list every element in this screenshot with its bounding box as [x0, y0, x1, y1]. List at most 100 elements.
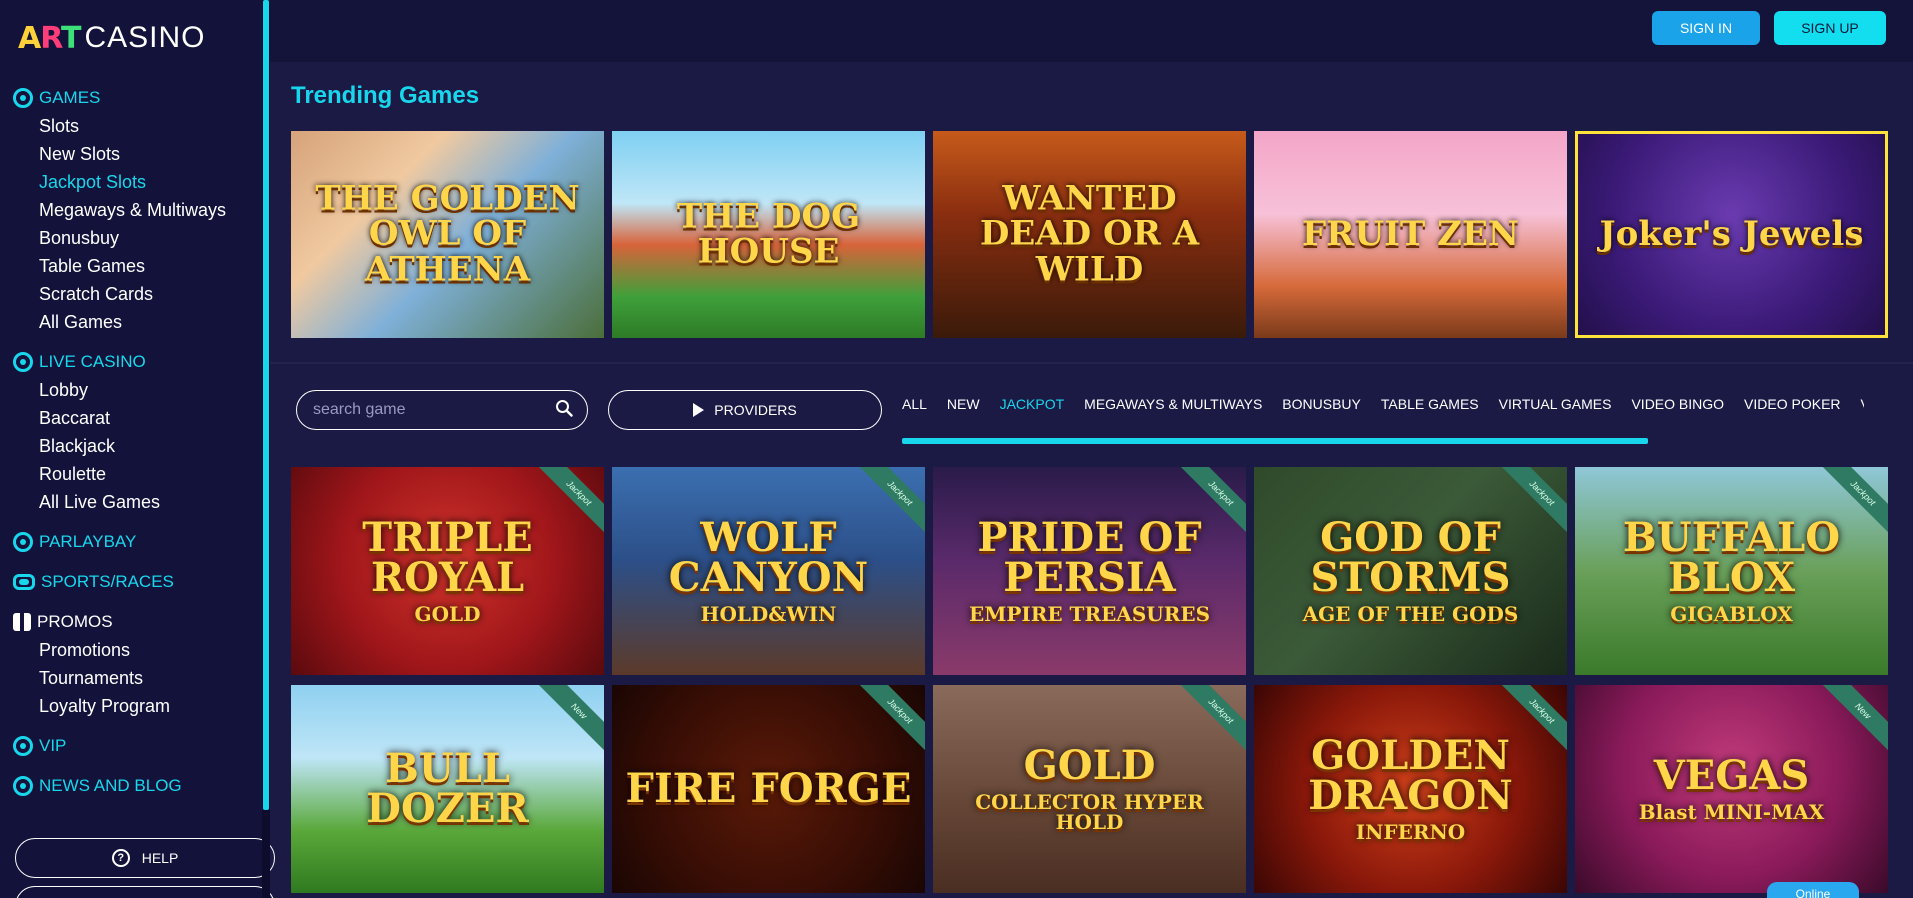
sidebar-item-megaways[interactable]: Megaways & Multiways [13, 196, 253, 224]
sidebar-section-news[interactable]: NEWS AND BLOG [13, 772, 253, 800]
category-filter-tabs: ALL NEW JACKPOT MEGAWAYS & MULTIWAYS BONUSBU… [902, 390, 1864, 420]
game-name: PRIDE OF PERSIA [977, 514, 1202, 601]
sidebar-section-label: GAMES [39, 88, 101, 107]
game-tile[interactable]: TRIPLE ROYAL GOLD Jackpot [291, 467, 604, 675]
sidebar-item-tournaments[interactable]: Tournaments [13, 664, 253, 692]
sidebar-item-baccarat[interactable]: Baccarat [13, 404, 253, 432]
game-tile[interactable]: PRIDE OF PERSIA EMPIRE TREASURES Jackpot [933, 467, 1246, 675]
gift-icon [13, 613, 31, 631]
game-tile[interactable]: WOLF CANYON HOLD&WIN Jackpot [612, 467, 925, 675]
filter-tab[interactable]: ALL [902, 390, 927, 420]
sidebar-item-jackpot-slots[interactable]: Jackpot Slots [13, 168, 253, 196]
search-icon[interactable] [555, 399, 573, 417]
sidebar-scrollbar-thumb[interactable] [263, 0, 269, 810]
sidebar-item-slots[interactable]: Slots [13, 112, 253, 140]
sidebar-section-parlaybay[interactable]: PARLAYBAY [13, 528, 253, 556]
help-label: HELP [141, 850, 179, 866]
filter-tab[interactable]: VIRTUAL GAMES [1499, 390, 1612, 420]
sidebar-item-roulette[interactable]: Roulette [13, 460, 253, 488]
game-name: GOD OF STORMS [1310, 514, 1511, 601]
game-subtitle: INFERNO [1355, 820, 1466, 844]
sidebar-section-label: PARLAYBAY [39, 532, 137, 551]
providers-button[interactable]: PROVIDERS [608, 390, 882, 430]
language-button[interactable] [15, 886, 275, 898]
sign-in-button[interactable]: SIGN IN [1652, 11, 1760, 45]
game-title: BULL DOZER [291, 749, 604, 829]
filter-tab[interactable]: TABLE GAMES [1381, 390, 1479, 420]
trending-game-tile[interactable]: WANTED DEAD OR A WILD [933, 131, 1246, 338]
game-tile[interactable]: GOLD COLLECTOR HYPER HOLD Jackpot [933, 685, 1246, 893]
sidebar-section-live-casino[interactable]: LIVE CASINO [13, 348, 253, 376]
filter-tab[interactable]: VID [1861, 390, 1864, 420]
sidebar-section-label: SPORTS/RACES [41, 572, 174, 591]
sidebar-item-blackjack[interactable]: Blackjack [13, 432, 253, 460]
trending-game-tile[interactable]: FRUIT ZEN [1254, 131, 1567, 338]
filter-tab[interactable]: VIDEO POKER [1744, 390, 1840, 420]
game-subtitle: COLLECTOR HYPER HOLD [975, 790, 1204, 834]
sidebar-item-all-live-games[interactable]: All Live Games [13, 488, 253, 516]
filter-tab[interactable]: JACKPOT [1000, 390, 1065, 420]
game-title: FRUIT ZEN [1302, 213, 1519, 254]
filter-tab[interactable]: VIDEO BINGO [1631, 390, 1724, 420]
game-name: FIRE FORGE [625, 765, 912, 812]
game-name: VEGAS [1653, 752, 1810, 799]
vip-icon [13, 736, 33, 756]
trending-title: Trending Games [291, 82, 480, 109]
sidebar-item-promotions[interactable]: Promotions [13, 636, 253, 664]
sidebar-section-label: VIP [39, 736, 67, 755]
game-name: GOLD [1023, 742, 1156, 789]
game-title: BUFFALO BLOX GIGABLOX [1575, 518, 1888, 626]
game-subtitle: Blast MINI-MAX [1638, 800, 1825, 824]
sports-icon [13, 574, 35, 590]
help-button[interactable]: ? HELP [15, 838, 275, 878]
providers-label: PROVIDERS [714, 402, 797, 418]
sidebar-item-loyalty[interactable]: Loyalty Program [13, 692, 253, 720]
game-title: WANTED DEAD OR A WILD [979, 177, 1200, 290]
sidebar-item-bonusbuy[interactable]: Bonusbuy [13, 224, 253, 252]
online-chat-badge[interactable]: Online [1767, 882, 1859, 898]
game-name: WOLF CANYON [668, 514, 869, 601]
sidebar-item-scratch-cards[interactable]: Scratch Cards [13, 280, 253, 308]
game-name: GOLDEN DRAGON [1308, 732, 1513, 819]
game-subtitle: AGE OF THE GODS [1302, 602, 1519, 626]
filter-tab[interactable]: BONUSBUY [1282, 390, 1361, 420]
search-input[interactable] [296, 390, 588, 430]
sidebar-section-sports[interactable]: SPORTS/RACES [13, 568, 253, 596]
filter-tab[interactable]: NEW [947, 390, 980, 420]
trending-game-tile[interactable]: THE GOLDEN OWL OF ATHENA [291, 131, 604, 338]
sidebar-item-table-games[interactable]: Table Games [13, 252, 253, 280]
trending-game-tile[interactable]: THE DOG HOUSE [612, 131, 925, 338]
game-tile[interactable]: GOLDEN DRAGON INFERNO Jackpot [1254, 685, 1567, 893]
live-casino-icon [13, 352, 33, 372]
trending-game-tile[interactable]: Joker's Jewels [1575, 131, 1888, 338]
game-ribbon: Jackpot [854, 685, 925, 757]
filter-tab[interactable]: MEGAWAYS & MULTIWAYS [1084, 390, 1262, 420]
sidebar-section-games[interactable]: GAMES [13, 84, 253, 112]
sidebar-item-all-games[interactable]: All Games [13, 308, 253, 336]
logo-art: ART [18, 20, 81, 56]
filter-scrollbar[interactable] [902, 438, 1648, 444]
sign-up-button[interactable]: SIGN UP [1774, 11, 1886, 45]
game-title: PRIDE OF PERSIA EMPIRE TREASURES [933, 518, 1246, 625]
game-ribbon: New [1817, 685, 1888, 757]
game-tile[interactable]: BULL DOZER New [291, 685, 604, 893]
game-tile[interactable]: FIRE FORGE Jackpot [612, 685, 925, 893]
game-title: THE GOLDEN OWL OF ATHENA [315, 177, 580, 290]
game-tile[interactable]: BUFFALO BLOX GIGABLOX Jackpot [1575, 467, 1888, 675]
brand-logo[interactable]: ART CASINO [18, 18, 205, 58]
game-subtitle: GOLD [414, 602, 481, 626]
sidebar-item-lobby[interactable]: Lobby [13, 376, 253, 404]
game-title: GOD OF STORMS AGE OF THE GODS [1254, 518, 1567, 626]
game-title: GOLD COLLECTOR HYPER HOLD [933, 746, 1246, 834]
sidebar-item-new-slots[interactable]: New Slots [13, 140, 253, 168]
sidebar-section-vip[interactable]: VIP [13, 732, 253, 760]
game-ribbon: New [533, 685, 604, 757]
game-tile[interactable]: GOD OF STORMS AGE OF THE GODS Jackpot [1254, 467, 1567, 675]
game-name: BUFFALO BLOX [1622, 514, 1841, 601]
sidebar-nav: GAMES Slots New Slots Jackpot Slots Mega… [13, 84, 253, 800]
sidebar: ART CASINO GAMES Slots New Slots Jackpot… [0, 0, 275, 898]
game-subtitle: GIGABLOX [1670, 602, 1793, 626]
game-tile[interactable]: VEGAS Blast MINI-MAX New [1575, 685, 1888, 893]
sidebar-scrollbar[interactable] [262, 0, 270, 898]
sidebar-section-promos[interactable]: PROMOS [13, 608, 253, 636]
